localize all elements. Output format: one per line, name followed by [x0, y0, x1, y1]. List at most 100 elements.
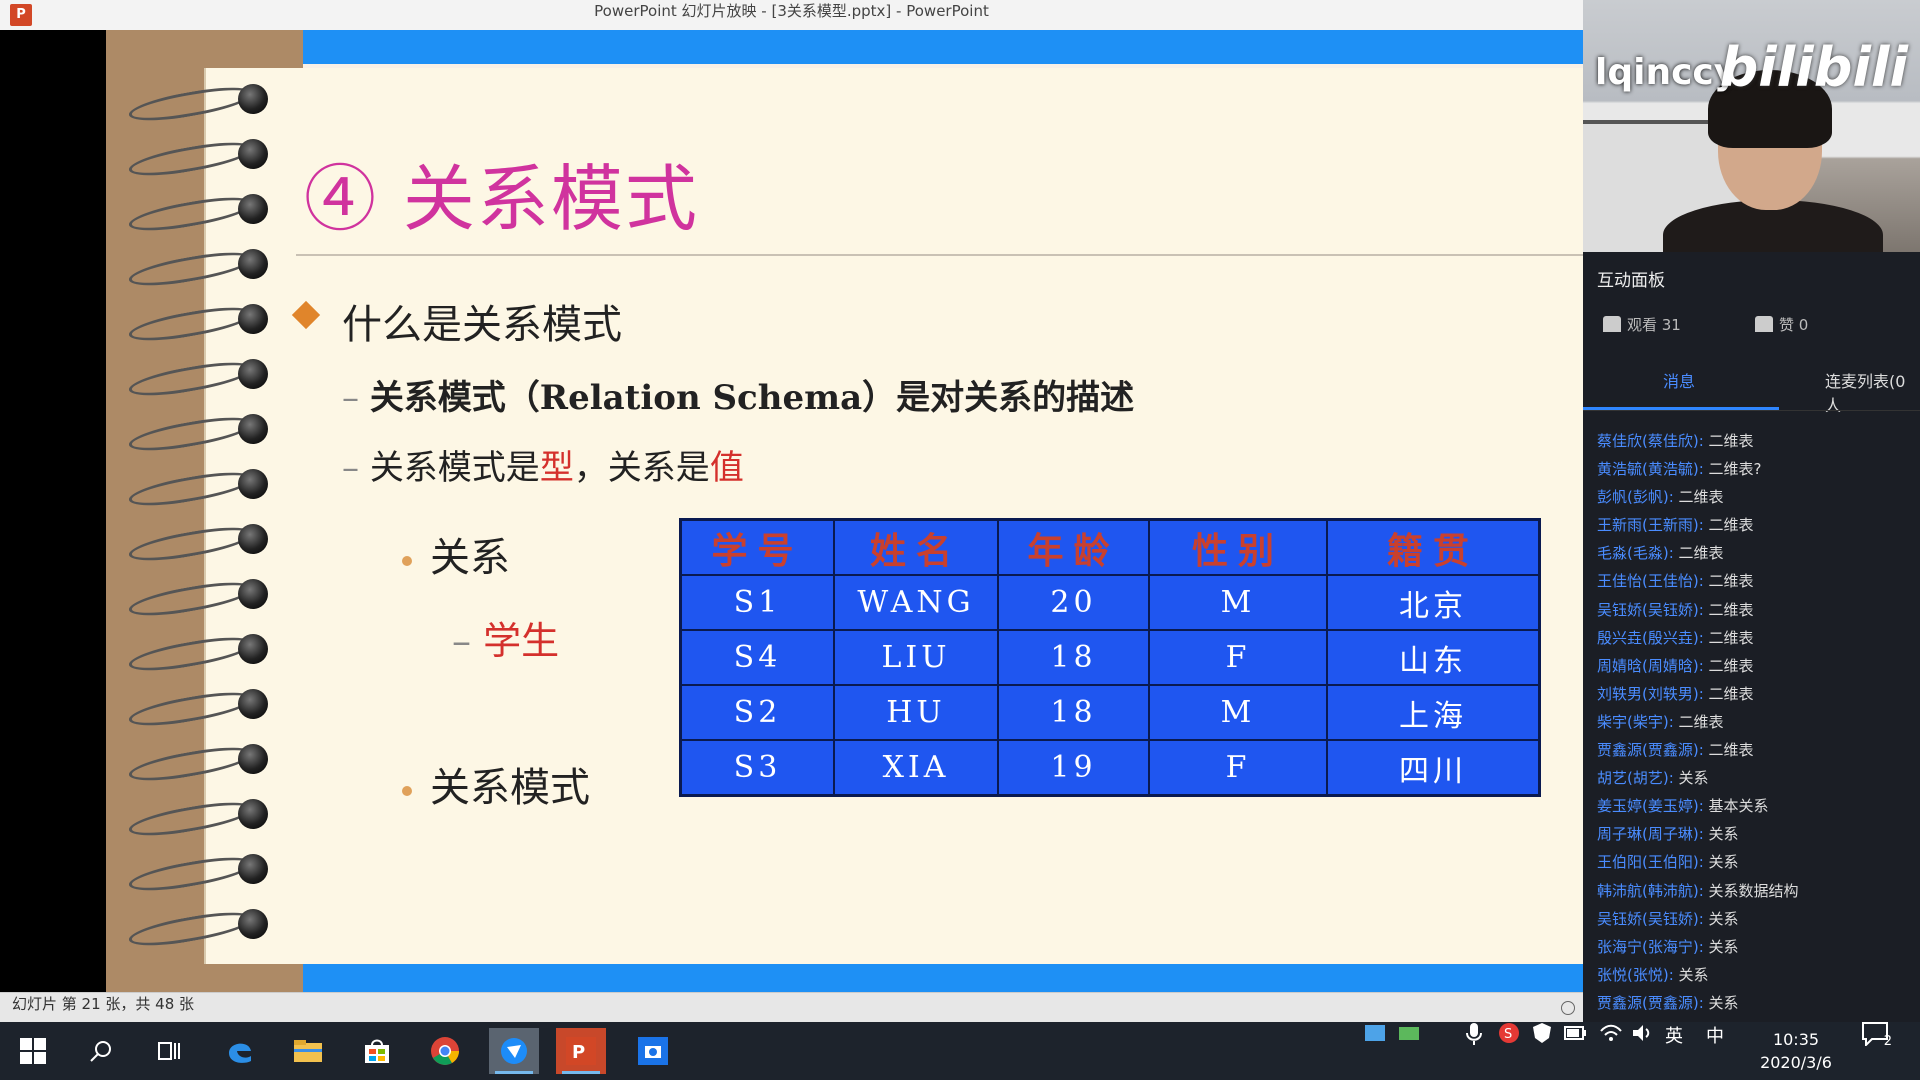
- chat-message: 贾鑫源(贾鑫源): 关系: [1597, 992, 1917, 1020]
- thumbs-up-icon: [1755, 316, 1773, 332]
- slide-title: ④ 关系模式: [304, 157, 699, 241]
- table-cell: S1: [679, 574, 835, 631]
- chat-message: 殷兴垚(殷兴垚): 二维表: [1597, 627, 1917, 655]
- chat-message: 蔡佳欣(蔡佳欣): 二维表: [1597, 430, 1917, 458]
- chat-username[interactable]: 张海宁(张海宁):: [1597, 938, 1704, 956]
- live-stream-panel: lqinccy bilibili 互动面板 观看 31 赞 0 消息 连麦列表(…: [1583, 0, 1920, 1022]
- table-cell: S2: [679, 684, 835, 741]
- powerpoint-taskbar-icon[interactable]: P: [556, 1028, 606, 1074]
- search-icon[interactable]: [76, 1028, 126, 1074]
- sogou-ime-icon[interactable]: S: [1498, 1022, 1520, 1080]
- chat-username[interactable]: 黄浩毓(黄浩毓):: [1597, 460, 1704, 478]
- status-circle-icon[interactable]: [1561, 1001, 1575, 1015]
- table-row: S2 HU 18 M 上海: [679, 684, 1541, 741]
- chat-text: 二维表: [1708, 684, 1754, 703]
- chat-text: 二维表?: [1708, 460, 1762, 479]
- volume-icon[interactable]: [1632, 1022, 1654, 1080]
- ime-language-indicator[interactable]: 英: [1665, 1022, 1683, 1080]
- tray-app-icon-1[interactable]: [1364, 1022, 1386, 1080]
- chat-message: 刘轶男(刘轶男): 二维表: [1597, 683, 1917, 711]
- chat-username[interactable]: 张悦(张悦):: [1597, 966, 1674, 984]
- chat-username[interactable]: 吴钰娇(吴钰娇):: [1597, 910, 1704, 928]
- windows-start-icon[interactable]: [8, 1028, 58, 1074]
- chat-username[interactable]: 贾鑫源(贾鑫源):: [1597, 741, 1704, 759]
- chat-text: 关系: [1708, 825, 1739, 844]
- tab-mic-list[interactable]: 连麦列表(0人: [1825, 368, 1920, 416]
- spiral-ring-icon: [126, 136, 278, 182]
- chat-username[interactable]: 刘轶男(刘轶男):: [1597, 685, 1704, 703]
- viewers-icon: [1603, 316, 1621, 332]
- camera-app-icon[interactable]: [628, 1028, 678, 1074]
- wifi-icon[interactable]: [1600, 1022, 1622, 1080]
- battery-icon[interactable]: [1564, 1022, 1586, 1080]
- security-shield-icon[interactable]: [1532, 1022, 1552, 1080]
- streamer-name: lqinccy: [1595, 52, 1738, 93]
- chat-message: 王佳怡(王佳怡): 二维表: [1597, 570, 1917, 598]
- like-count[interactable]: 赞 0: [1755, 314, 1808, 335]
- table-cell: 19: [997, 739, 1150, 797]
- microsoft-store-icon[interactable]: [352, 1028, 402, 1074]
- chat-message: 胡艺(胡艺): 关系: [1597, 767, 1917, 795]
- sub-bullet-type-value: – 关系模式是型，关系是值: [342, 440, 744, 489]
- chat-username[interactable]: 姜玉婷(姜玉婷):: [1597, 797, 1704, 815]
- ime-mode-indicator[interactable]: 中: [1706, 1022, 1724, 1080]
- chat-username[interactable]: 毛淼(毛淼):: [1597, 544, 1674, 562]
- like-count-text: 赞 0: [1779, 316, 1809, 334]
- chat-username[interactable]: 彭帆(彭帆):: [1597, 488, 1674, 506]
- notification-center-icon[interactable]: 2: [1862, 1022, 1902, 1080]
- svg-text:S: S: [1504, 1027, 1512, 1042]
- sub-bullet-definition: – 关系模式（Relation Schema）是对关系的描述: [342, 370, 1134, 419]
- student-table: 学号 姓名 年龄 性别 籍贯 S1 WANG 20 M 北京 S4 LIU 18…: [679, 518, 1541, 797]
- chat-username[interactable]: 柴宇(柴宇):: [1597, 713, 1674, 731]
- table-row: S3 XIA 19 F 四川: [679, 739, 1541, 797]
- chat-username[interactable]: 周婧晗(周婧晗):: [1597, 657, 1704, 675]
- chat-username[interactable]: 胡艺(胡艺):: [1597, 769, 1674, 787]
- slideshow-area[interactable]: ④ 关系模式 什么是关系模式 – 关系模式（Relation Schema）是对…: [0, 30, 1583, 992]
- chat-username[interactable]: 周子琳(周子琳):: [1597, 825, 1704, 843]
- tab-messages[interactable]: 消息: [1663, 368, 1695, 392]
- table-cell: 20: [997, 574, 1150, 631]
- spiral-ring-icon: [126, 246, 278, 292]
- active-app-indicator: [562, 1071, 600, 1074]
- edge-browser-icon[interactable]: [215, 1028, 265, 1074]
- chat-username[interactable]: 王佳怡(王佳怡):: [1597, 572, 1704, 590]
- definition-text: 关系模式（Relation Schema）是对关系的描述: [369, 378, 1135, 418]
- viewer-count-text: 观看 31: [1627, 316, 1681, 334]
- slide[interactable]: ④ 关系模式 什么是关系模式 – 关系模式（Relation Schema）是对…: [106, 30, 1583, 992]
- chat-text: 二维表: [1708, 600, 1754, 619]
- system-clock[interactable]: 10:35 2020/3/6: [1752, 1028, 1840, 1074]
- header-cell: 性别: [1148, 518, 1328, 576]
- chat-message: 柴宇(柴宇): 二维表: [1597, 711, 1917, 739]
- table-cell: 山东: [1326, 629, 1541, 686]
- value-word: 值: [709, 448, 744, 488]
- window-titlebar[interactable]: P PowerPoint 幻灯片放映 - [3关系模型.pptx] - Powe…: [0, 0, 1583, 31]
- feishu-app-icon[interactable]: [489, 1028, 539, 1074]
- dash-marker: –: [342, 448, 359, 488]
- table-cell: F: [1148, 629, 1328, 686]
- file-explorer-icon[interactable]: [283, 1028, 333, 1074]
- task-view-icon[interactable]: [144, 1028, 194, 1074]
- chat-username[interactable]: 王新雨(王新雨):: [1597, 516, 1704, 534]
- table-cell: F: [1148, 739, 1328, 797]
- chat-text: 关系数据结构: [1708, 881, 1799, 900]
- chat-text: 二维表: [1708, 432, 1754, 450]
- chat-messages[interactable]: 蔡佳欣(蔡佳欣): 二维表 黄浩毓(黄浩毓): 二维表? 彭帆(彭帆): 二维表 王新…: [1597, 430, 1917, 1020]
- chat-username[interactable]: 韩沛航(韩沛航):: [1597, 882, 1704, 900]
- dash-marker: –: [452, 619, 471, 663]
- title-divider: [296, 254, 1583, 256]
- chat-username[interactable]: 殷兴垚(殷兴垚):: [1597, 629, 1704, 647]
- spiral-ring-icon: [126, 796, 278, 842]
- chat-username[interactable]: 蔡佳欣(蔡佳欣):: [1597, 432, 1704, 450]
- tray-app-icon-2[interactable]: [1398, 1022, 1420, 1080]
- dash-marker: –: [342, 378, 359, 418]
- viewer-count: 观看 31: [1603, 314, 1681, 335]
- chrome-icon[interactable]: [420, 1028, 470, 1074]
- microphone-icon[interactable]: [1466, 1022, 1482, 1080]
- chat-username[interactable]: 贾鑫源(贾鑫源):: [1597, 994, 1704, 1012]
- spiral-ring-icon: [126, 301, 278, 347]
- chat-username[interactable]: 吴钰娇(吴钰娇):: [1597, 601, 1704, 619]
- chat-username[interactable]: 王伯阳(王伯阳):: [1597, 853, 1704, 871]
- window-title: PowerPoint 幻灯片放映 - [3关系模型.pptx] - PowerP…: [594, 2, 989, 20]
- chat-message: 周婧晗(周婧晗): 二维表: [1597, 655, 1917, 683]
- chat-text: 二维表: [1708, 628, 1754, 647]
